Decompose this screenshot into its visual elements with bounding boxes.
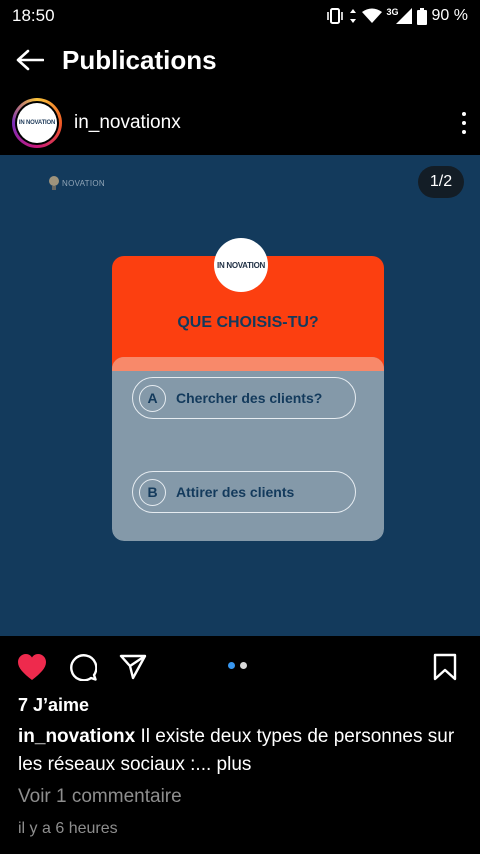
brand-logo: NOVATION — [48, 175, 105, 191]
carousel-indicator — [228, 662, 247, 669]
option-text: Attirer des clients — [176, 484, 295, 500]
post-timestamp: il y a 6 heures — [18, 820, 118, 837]
brand-logo-text: NOVATION — [62, 178, 105, 188]
vibrate-icon — [326, 8, 343, 24]
option-text: Chercher des clients? — [176, 390, 323, 406]
post-caption: in_novationx Il existe deux types de per… — [18, 723, 468, 779]
quiz-option-a: A Chercher des clients? — [132, 377, 356, 419]
back-button[interactable] — [0, 32, 60, 88]
view-comments-link[interactable]: Voir 1 commentaire — [18, 786, 182, 808]
battery-level: 90 % — [431, 7, 468, 24]
back-arrow-icon — [16, 49, 44, 71]
signal-icon — [395, 8, 412, 24]
avatar-image: IN NOVATION — [17, 103, 57, 143]
status-bar: 18:50 3G 90 % — [0, 0, 480, 32]
caption-username[interactable]: in_novationx — [18, 726, 135, 747]
share-button[interactable] — [118, 652, 148, 682]
status-icons: 3G 90 % — [326, 7, 468, 25]
avatar[interactable]: IN NOVATION — [12, 98, 62, 148]
bookmark-icon — [433, 653, 457, 681]
option-letter: B — [139, 478, 166, 506]
more-options-button[interactable] — [458, 108, 470, 138]
post-username[interactable]: in_novationx — [74, 112, 181, 134]
lightbulb-icon — [49, 176, 59, 190]
data-arrows-icon — [349, 9, 356, 23]
page-title: Publications — [62, 44, 217, 75]
quiz-question: QUE CHOISIS-TU? — [177, 314, 319, 331]
carousel-page-counter: 1/2 — [418, 166, 464, 198]
app-bar: Publications — [0, 32, 480, 88]
comment-button[interactable] — [68, 652, 98, 682]
like-button[interactable] — [17, 652, 47, 682]
carousel-dot-active — [228, 662, 235, 669]
post-image[interactable]: NOVATION 1/2 QUE CHOISIS-TU? A Chercher … — [0, 155, 480, 636]
caption-more-link[interactable]: plus — [217, 754, 252, 775]
quiz-card: QUE CHOISIS-TU? A Chercher des clients? … — [112, 256, 384, 541]
post-header: IN NOVATION in_novationx — [0, 94, 480, 152]
save-button[interactable] — [430, 652, 460, 682]
option-letter: A — [139, 384, 166, 412]
carousel-dot — [240, 662, 247, 669]
more-vertical-icon — [462, 112, 466, 116]
quiz-logo: IN NOVATION — [214, 238, 268, 292]
share-icon — [119, 654, 147, 680]
like-count[interactable]: 7 J’aime — [18, 695, 89, 716]
wifi-icon — [361, 8, 382, 23]
post-action-bar — [0, 636, 480, 696]
quiz-option-b: B Attirer des clients — [132, 471, 356, 513]
battery-icon — [416, 7, 427, 25]
status-time: 18:50 — [12, 6, 55, 25]
heart-icon — [18, 654, 46, 680]
comment-icon — [70, 654, 97, 681]
